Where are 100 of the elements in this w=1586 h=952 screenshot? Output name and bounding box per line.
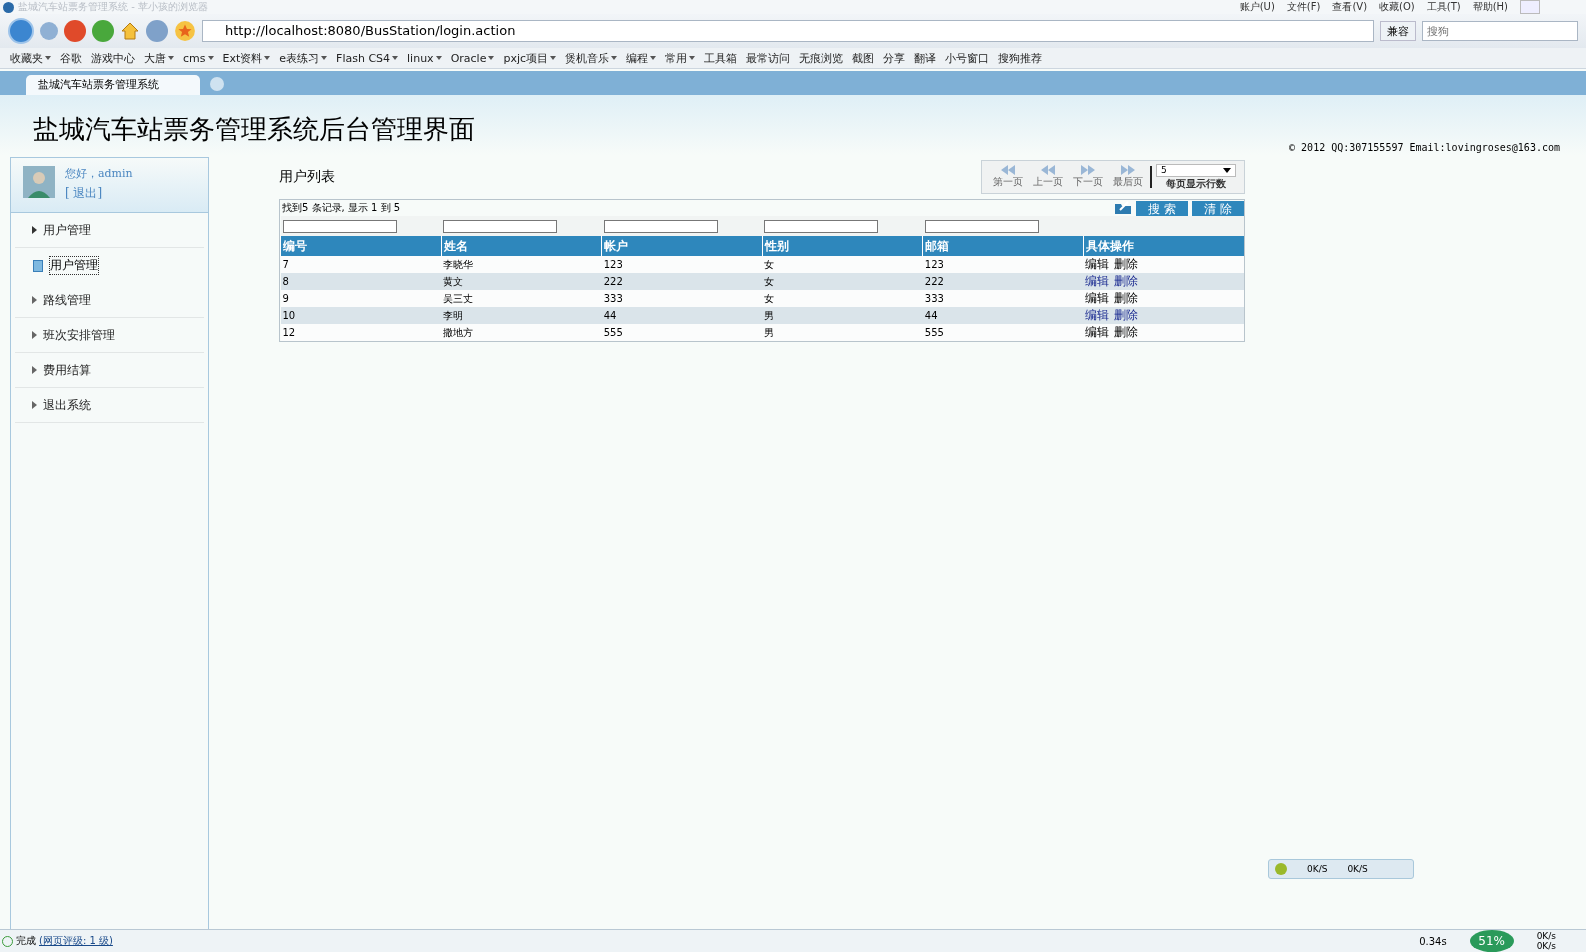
folder-icon[interactable]	[1114, 201, 1132, 215]
toolbar-item[interactable]: 分享	[883, 50, 906, 66]
table-cell: 123	[601, 256, 763, 273]
table-cell: 8	[280, 273, 442, 290]
table-cell: 7	[280, 256, 442, 273]
new-tab-button[interactable]	[210, 77, 224, 91]
filter-field[interactable]	[282, 219, 397, 233]
table-cell: 333	[922, 290, 1084, 307]
column-header: 性别	[762, 236, 923, 256]
bookmark-item[interactable]: cms	[183, 51, 214, 65]
action-link[interactable]: 删除	[1114, 325, 1139, 339]
table-cell: 123	[922, 256, 1084, 273]
record-summary: 找到5 条记录, 显示 1 到 5	[282, 201, 401, 215]
pager-button[interactable]: 第一页	[990, 165, 1026, 189]
column-header: 邮箱	[922, 236, 1084, 256]
table-cell: 44	[601, 307, 763, 324]
bookmark-item[interactable]: 收藏夹	[10, 50, 51, 66]
action-link[interactable]: 删除	[1114, 274, 1139, 288]
toolbar-item[interactable]: 无痕浏览	[799, 50, 844, 66]
table-cell: 女	[762, 256, 923, 273]
sidebar-group[interactable]: 路线管理	[15, 283, 204, 318]
action-link[interactable]: 编辑	[1085, 291, 1110, 305]
filter-field[interactable]	[603, 219, 718, 233]
action-link[interactable]: 删除	[1114, 257, 1139, 271]
table-cell: 女	[762, 273, 923, 290]
bookmark-item[interactable]: pxjc项目	[503, 50, 557, 66]
search-button[interactable]: 搜 索	[1136, 200, 1188, 216]
menu-item[interactable]: 查看(V)	[1332, 0, 1368, 14]
compatibility-button[interactable]: 兼容	[1380, 21, 1416, 41]
table-cell: 吴三丈	[441, 290, 602, 307]
bookmark-item[interactable]: 煲机音乐	[565, 50, 618, 66]
bookmark-item[interactable]: 游戏中心	[91, 50, 135, 66]
rows-per-page-label: 每页显示行数	[1166, 176, 1226, 191]
greeting-text: 您好，admin	[65, 166, 133, 181]
menu-item[interactable]: 工具(T)	[1426, 0, 1461, 14]
toolbar-item[interactable]: 搜狗推荐	[998, 50, 1043, 66]
stop-button[interactable]	[64, 20, 86, 42]
status-text: 完成	[16, 934, 36, 948]
toolbar-item[interactable]: 翻译	[914, 50, 937, 66]
table-cell: 男	[762, 324, 923, 341]
filter-field[interactable]	[764, 219, 879, 233]
bookmark-item[interactable]: 编程	[626, 50, 657, 66]
action-link[interactable]: 删除	[1114, 291, 1139, 305]
sidebar-group[interactable]: 费用结算	[15, 353, 204, 388]
menu-item[interactable]: 收藏(O)	[1379, 0, 1415, 14]
action-link[interactable]: 编辑	[1085, 257, 1110, 271]
bookmark-item[interactable]: Ext资料	[222, 50, 271, 66]
search-field[interactable]: 搜狗	[1422, 21, 1578, 41]
clear-button[interactable]: 清 除	[1192, 200, 1244, 216]
upload-speed: 0K/S	[1347, 864, 1368, 874]
toolbar-item[interactable]: 截图	[852, 50, 875, 66]
back-button[interactable]	[8, 18, 34, 44]
action-link[interactable]: 编辑	[1085, 308, 1110, 322]
sidebar-group[interactable]: 班次安排管理	[15, 318, 204, 353]
undo-button[interactable]	[146, 20, 168, 42]
bookmark-item[interactable]: 常用	[665, 50, 696, 66]
pager-button[interactable]: 上一页	[1030, 165, 1066, 189]
bookmark-item[interactable]: e表练习	[279, 50, 328, 66]
table-cell: 333	[601, 290, 763, 307]
rows-per-page-select[interactable]: 5	[1156, 163, 1236, 177]
table-cell: 撒地方	[441, 324, 602, 341]
column-header: 帐户	[601, 236, 763, 256]
refresh-button[interactable]	[92, 20, 114, 42]
pager-button[interactable]: 下一页	[1070, 165, 1106, 189]
menu-item[interactable]: 账户(U)	[1239, 0, 1275, 14]
home-icon[interactable]	[120, 21, 140, 41]
column-header: 姓名	[441, 236, 602, 256]
sidebar-group[interactable]: 退出系统	[15, 388, 204, 423]
action-link[interactable]: 编辑	[1085, 325, 1110, 339]
browser-logo-icon	[3, 1, 14, 13]
sidebar-group[interactable]: 用户管理	[15, 213, 204, 248]
address-field[interactable]: http://localhost:8080/BusStation/login.action	[202, 20, 1374, 42]
forward-button[interactable]	[40, 22, 58, 40]
table-cell: 222	[922, 273, 1084, 290]
avatar-icon	[23, 166, 55, 198]
document-icon	[33, 259, 43, 272]
rating-link[interactable]: (网页评级: 1 级)	[39, 934, 113, 948]
bookmark-item[interactable]: 谷歌	[60, 50, 82, 66]
download-speed: 0K/S	[1307, 864, 1328, 874]
menu-item[interactable]: 帮助(H)	[1472, 0, 1508, 14]
action-link[interactable]: 编辑	[1085, 274, 1110, 288]
sidebar-item[interactable]: 用户管理	[49, 256, 99, 275]
menu-item[interactable]: 文件(F)	[1286, 0, 1321, 14]
browser-tab[interactable]: 盐城汽车站票务管理系统	[26, 75, 200, 95]
bookmark-item[interactable]: linux	[407, 51, 442, 65]
toolbar-item[interactable]: 最常访问	[746, 50, 791, 66]
bookmark-item[interactable]: 大唐	[144, 50, 174, 66]
pager-button[interactable]: 最后页	[1110, 165, 1146, 189]
bookmark-item[interactable]: Flash CS4	[336, 51, 399, 65]
filter-field[interactable]	[443, 219, 558, 233]
action-link[interactable]: 删除	[1114, 308, 1139, 322]
table-cell: 44	[922, 307, 1084, 324]
double-arrow-icon	[1120, 165, 1136, 175]
toolbar-item[interactable]: 工具箱	[704, 50, 738, 66]
filter-field[interactable]	[924, 219, 1039, 233]
bookmark-item[interactable]: Oracle	[450, 51, 495, 65]
column-header: 编号	[280, 236, 442, 256]
toolbar-item[interactable]: 小号窗口	[945, 50, 990, 66]
memory-gauge: 51%	[1469, 930, 1514, 952]
load-time: 0.34s	[1419, 935, 1447, 947]
